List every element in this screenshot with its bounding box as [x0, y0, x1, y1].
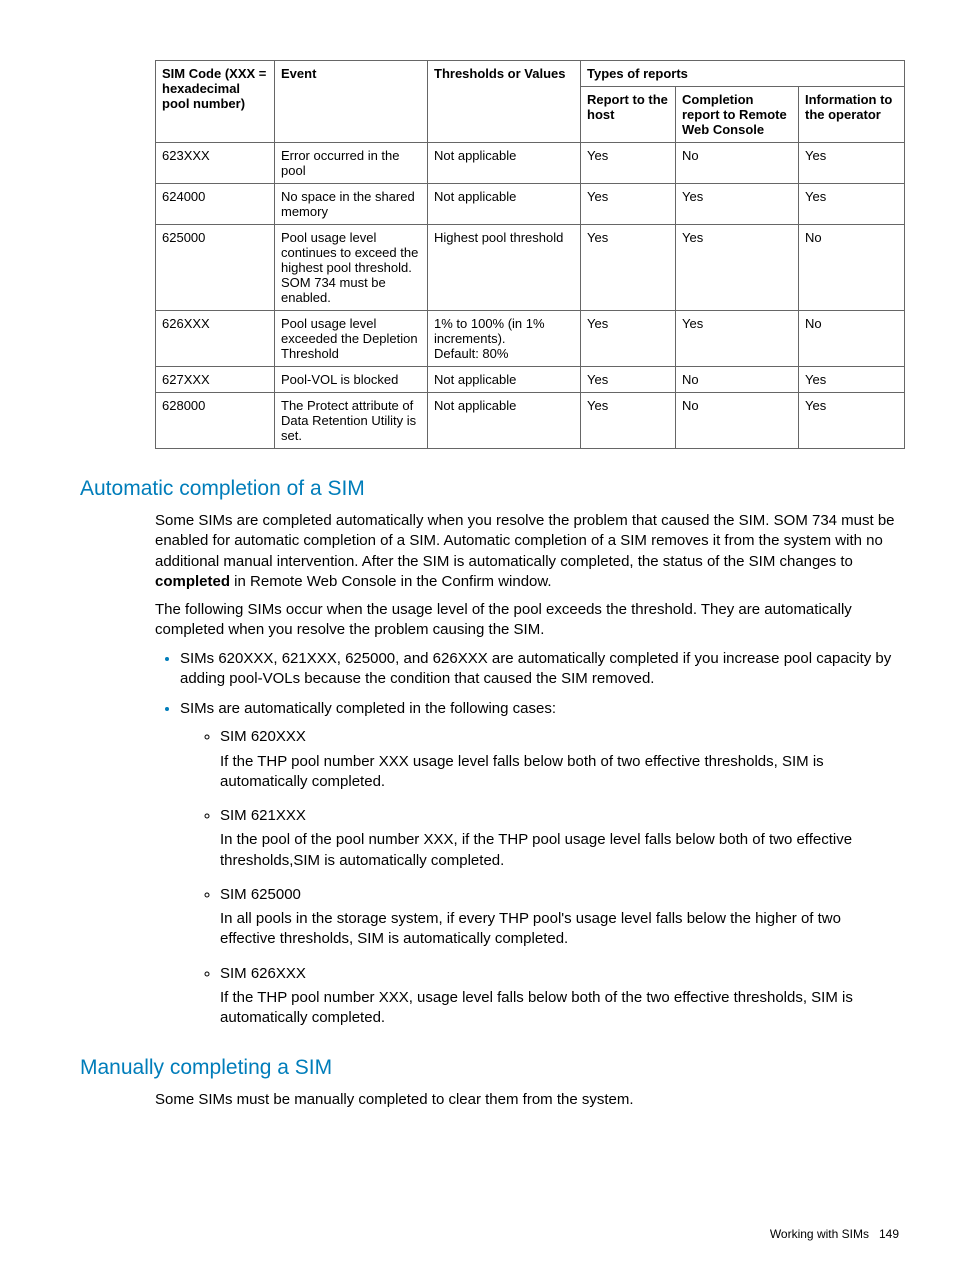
sub-list: SIM 620XXX If the THP pool number XXX us…: [202, 727, 899, 1028]
paragraph: Some SIMs must be manually completed to …: [155, 1090, 899, 1110]
cell: 623XXX: [156, 143, 275, 184]
table-row: 625000 Pool usage level continues to exc…: [156, 225, 905, 311]
page-footer: Working with SIMs 149: [770, 1227, 899, 1241]
list-item: SIM 620XXX If the THP pool number XXX us…: [220, 727, 899, 792]
cell: Yes: [581, 311, 676, 367]
cell: 624000: [156, 184, 275, 225]
col-sim-code: SIM Code (XXX = hexadecimal pool number): [156, 61, 275, 143]
col-thresholds: Thresholds or Values: [428, 61, 581, 143]
page-number: 149: [879, 1227, 899, 1241]
cell: 628000: [156, 393, 275, 449]
cell: 627XXX: [156, 367, 275, 393]
page: SIM Code (XXX = hexadecimal pool number)…: [0, 0, 954, 1271]
cell: Yes: [676, 225, 799, 311]
cell: Yes: [799, 143, 905, 184]
list-item: SIM 625000 In all pools in the storage s…: [220, 885, 899, 950]
col-event: Event: [275, 61, 428, 143]
sub-body: If the THP pool number XXX usage level f…: [220, 752, 899, 793]
sub-title: SIM 626XXX: [220, 964, 899, 984]
footer-text: Working with SIMs: [770, 1227, 869, 1241]
table-row: 623XXX Error occurred in the pool Not ap…: [156, 143, 905, 184]
cell: No: [676, 393, 799, 449]
heading-auto-completion: Automatic completion of a SIM: [80, 477, 899, 501]
list-item: SIM 626XXX If the THP pool number XXX, u…: [220, 964, 899, 1029]
cell: Not applicable: [428, 184, 581, 225]
cell: Yes: [581, 367, 676, 393]
cell: Yes: [799, 184, 905, 225]
sub-title: SIM 620XXX: [220, 727, 899, 747]
bullet-list: SIMs 620XXX, 621XXX, 625000, and 626XXX …: [160, 649, 899, 1029]
col-types: Types of reports: [581, 61, 905, 87]
table-row: 628000 The Protect attribute of Data Ret…: [156, 393, 905, 449]
sub-title: SIM 625000: [220, 885, 899, 905]
cell: Error occurred in the pool: [275, 143, 428, 184]
cell: 626XXX: [156, 311, 275, 367]
col-report-host: Report to the host: [581, 87, 676, 143]
sub-body: In all pools in the storage system, if e…: [220, 909, 899, 950]
cell: Not applicable: [428, 367, 581, 393]
cell: Pool usage level continues to exceed the…: [275, 225, 428, 311]
bold-text: completed: [155, 573, 230, 590]
paragraph: The following SIMs occur when the usage …: [155, 600, 899, 641]
table-row: 627XXX Pool-VOL is blocked Not applicabl…: [156, 367, 905, 393]
cell: Yes: [676, 311, 799, 367]
table-row: 626XXX Pool usage level exceeded the Dep…: [156, 311, 905, 367]
list-item: SIMs 620XXX, 621XXX, 625000, and 626XXX …: [180, 649, 899, 690]
cell: Yes: [799, 393, 905, 449]
cell: Not applicable: [428, 143, 581, 184]
cell: Yes: [581, 184, 676, 225]
cell: Yes: [581, 393, 676, 449]
cell: No: [676, 143, 799, 184]
paragraph: Some SIMs are completed automatically wh…: [155, 511, 899, 592]
text: in Remote Web Console in the Confirm win…: [230, 573, 552, 590]
cell: 1% to 100% (in 1% increments). Default: …: [428, 311, 581, 367]
list-item: SIMs are automatically completed in the …: [180, 699, 899, 1028]
cell: 625000: [156, 225, 275, 311]
sub-title: SIM 621XXX: [220, 806, 899, 826]
cell: No space in the shared memory: [275, 184, 428, 225]
cell: Highest pool threshold: [428, 225, 581, 311]
cell: Not applicable: [428, 393, 581, 449]
text: SIMs are automatically completed in the …: [180, 700, 556, 717]
cell: No: [799, 225, 905, 311]
cell: Pool-VOL is blocked: [275, 367, 428, 393]
cell: No: [799, 311, 905, 367]
cell: Pool usage level exceeded the Depletion …: [275, 311, 428, 367]
text: Some SIMs are completed automatically wh…: [155, 512, 895, 570]
cell: Yes: [676, 184, 799, 225]
cell: Yes: [581, 225, 676, 311]
list-item: SIM 621XXX In the pool of the pool numbe…: [220, 806, 899, 871]
heading-manual-completion: Manually completing a SIM: [80, 1056, 899, 1080]
cell: No: [676, 367, 799, 393]
sub-body: If the THP pool number XXX, usage level …: [220, 988, 899, 1029]
cell: The Protect attribute of Data Retention …: [275, 393, 428, 449]
cell: Yes: [581, 143, 676, 184]
col-info-operator: Information to the operator: [799, 87, 905, 143]
col-completion: Completion report to Remote Web Console: [676, 87, 799, 143]
sub-body: In the pool of the pool number XXX, if t…: [220, 830, 899, 871]
sim-table: SIM Code (XXX = hexadecimal pool number)…: [155, 60, 905, 449]
cell: Yes: [799, 367, 905, 393]
table-row: 624000 No space in the shared memory Not…: [156, 184, 905, 225]
